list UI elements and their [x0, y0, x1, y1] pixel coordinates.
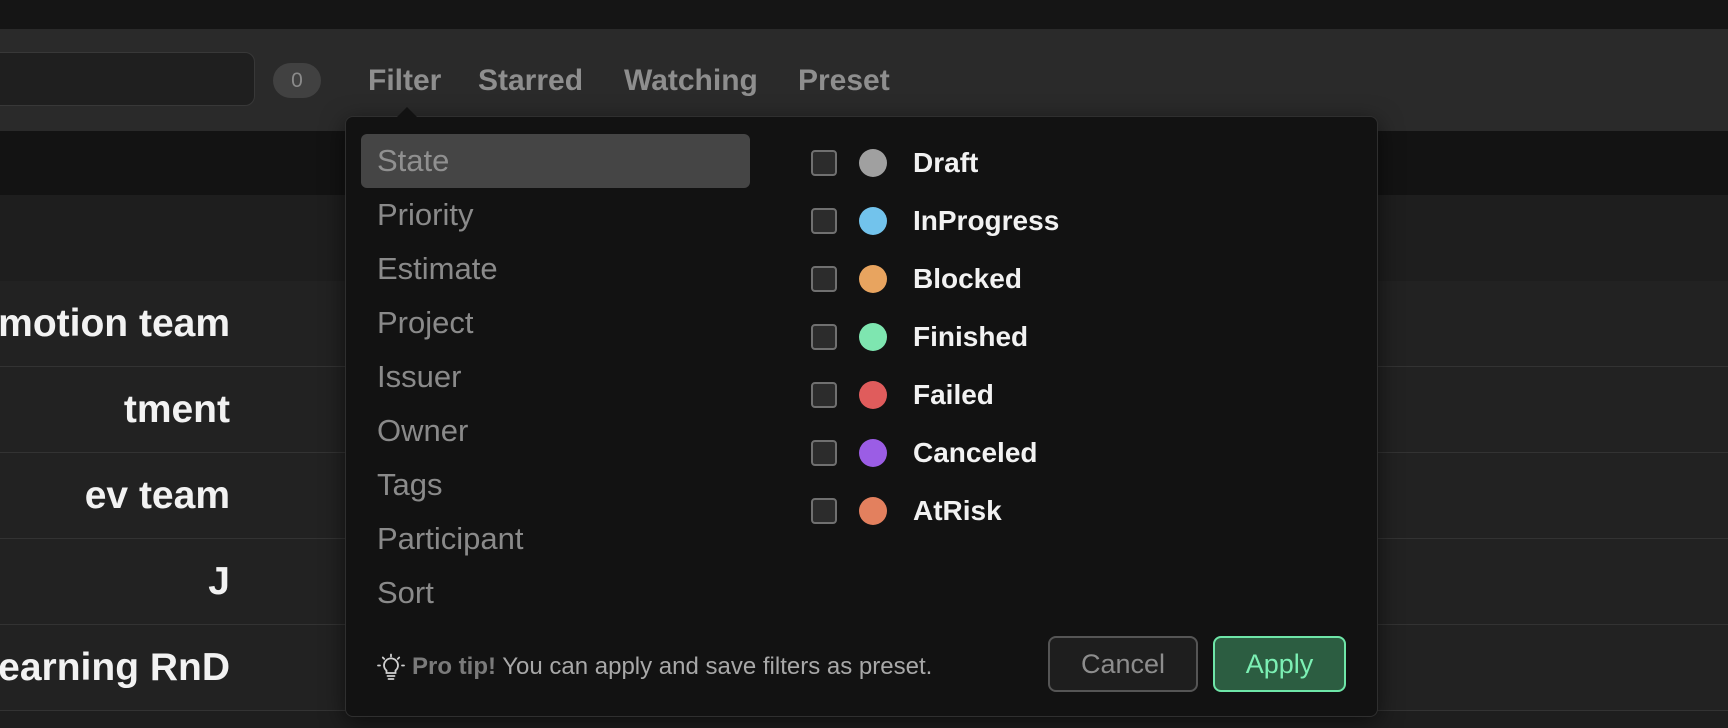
state-option-canceled[interactable]: Canceled: [811, 433, 1211, 473]
state-option-failed[interactable]: Failed: [811, 375, 1211, 415]
checkbox[interactable]: [811, 266, 837, 292]
search-input[interactable]: [0, 52, 255, 106]
state-color-dot: [859, 149, 887, 177]
window-top-bar: [0, 0, 1728, 29]
filter-category-tags[interactable]: Tags: [361, 458, 750, 512]
checkbox[interactable]: [811, 382, 837, 408]
pro-tip-label: Pro tip!: [412, 653, 496, 680]
state-option-finished[interactable]: Finished: [811, 317, 1211, 357]
list-item-label: tment: [123, 388, 230, 431]
state-color-dot: [859, 381, 887, 409]
state-color-dot: [859, 207, 887, 235]
state-option-label: InProgress: [913, 205, 1060, 236]
filter-category-estimate[interactable]: Estimate: [361, 242, 750, 296]
pro-tip-text: You can apply and save filters as preset…: [496, 653, 933, 680]
filter-category-issuer[interactable]: Issuer: [361, 350, 750, 404]
checkbox[interactable]: [811, 208, 837, 234]
state-color-dot: [859, 323, 887, 351]
filter-category-state[interactable]: State: [361, 134, 750, 188]
list-item-label: J: [208, 560, 230, 603]
cancel-button[interactable]: Cancel: [1048, 636, 1198, 692]
dropdown-caret: [396, 107, 418, 118]
search-count-badge: 0: [273, 63, 321, 98]
tab-watching[interactable]: Watching: [624, 62, 758, 100]
state-option-label: Blocked: [913, 263, 1022, 294]
lightbulb-icon: [376, 653, 406, 683]
tab-filter[interactable]: Filter: [368, 62, 441, 100]
state-option-label: Finished: [913, 321, 1029, 352]
state-option-label: AtRisk: [913, 495, 1002, 526]
state-color-dot: [859, 439, 887, 467]
list-item-label: ev team: [84, 474, 230, 517]
state-option-inprogress[interactable]: InProgress: [811, 201, 1211, 241]
state-option-label: Failed: [913, 379, 994, 410]
checkbox[interactable]: [811, 440, 837, 466]
checkbox[interactable]: [811, 150, 837, 176]
tab-starred[interactable]: Starred: [478, 62, 583, 100]
list-item-label: Learning RnD: [0, 646, 230, 689]
filter-category-owner[interactable]: Owner: [361, 404, 750, 458]
apply-button[interactable]: Apply: [1213, 636, 1346, 692]
state-option-atrisk[interactable]: AtRisk: [811, 491, 1211, 531]
filter-dropdown-panel: State Priority Estimate Project Issuer O…: [345, 116, 1378, 717]
state-option-blocked[interactable]: Blocked: [811, 259, 1211, 299]
list-item-label: omotion team: [0, 302, 230, 345]
state-color-dot: [859, 265, 887, 293]
pro-tip: Pro tip! You can apply and save filters …: [376, 647, 932, 687]
filter-category-priority[interactable]: Priority: [361, 188, 750, 242]
state-option-draft[interactable]: Draft: [811, 143, 1211, 183]
state-color-dot: [859, 497, 887, 525]
filter-category-sort[interactable]: Sort: [361, 566, 750, 620]
tab-preset[interactable]: Preset: [798, 62, 890, 100]
checkbox[interactable]: [811, 498, 837, 524]
filter-category-participant[interactable]: Participant: [361, 512, 750, 566]
state-option-label: Canceled: [913, 437, 1038, 468]
state-option-label: Draft: [913, 147, 979, 178]
filter-category-project[interactable]: Project: [361, 296, 750, 350]
checkbox[interactable]: [811, 324, 837, 350]
